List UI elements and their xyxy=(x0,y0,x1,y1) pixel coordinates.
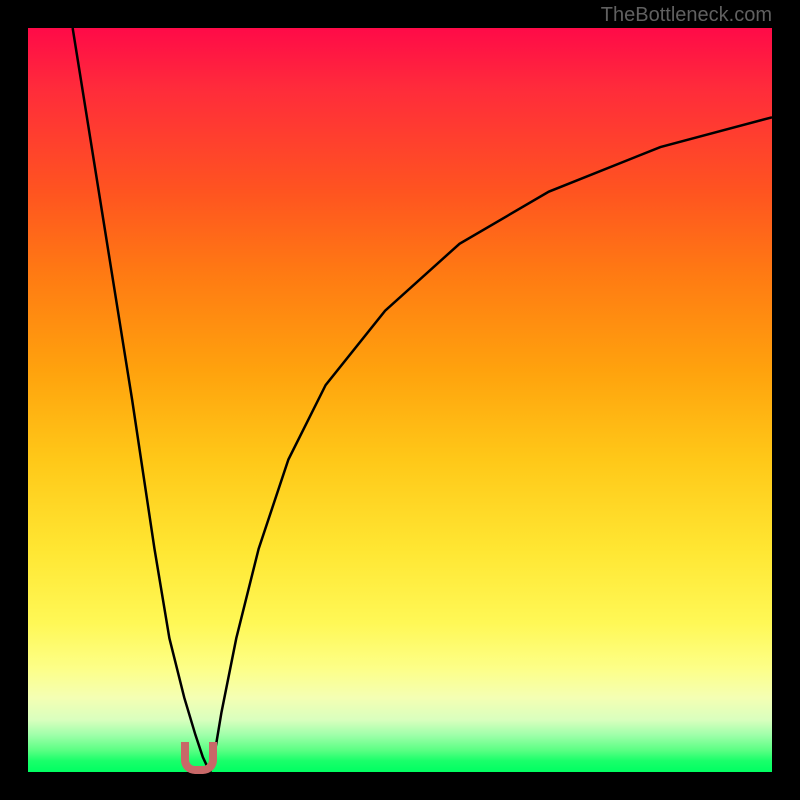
chart-plot-area xyxy=(28,28,772,772)
bottleneck-curve xyxy=(28,28,772,772)
watermark-text: TheBottleneck.com xyxy=(601,4,772,27)
optimal-point-marker xyxy=(181,742,217,774)
